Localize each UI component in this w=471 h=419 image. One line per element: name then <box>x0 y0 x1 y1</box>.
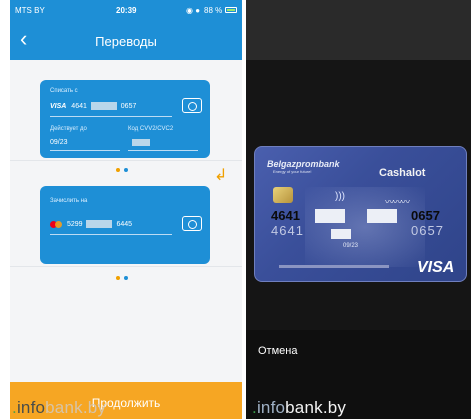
destination-card-number[interactable]: 5299 6445 <box>50 220 132 228</box>
contactless-icon: ))) <box>335 191 345 202</box>
expiry-underline <box>50 150 120 151</box>
divider <box>10 160 242 161</box>
swap-arrow-icon[interactable]: ↲ <box>214 168 227 184</box>
scanner-top-area <box>246 0 471 60</box>
navigation-bar: ‹ Переводы <box>10 22 242 60</box>
card-bank-name: Belgazprombank <box>267 159 340 169</box>
battery-icon <box>225 7 237 13</box>
transfer-screen: MTS BY 20:39 ◉ ● 88 % ‹ Переводы Списать… <box>10 0 242 419</box>
dot <box>124 168 128 172</box>
battery-percent: 88 % <box>204 6 223 15</box>
dot <box>124 276 128 280</box>
dot-active <box>116 168 120 172</box>
camera-icon[interactable] <box>182 216 202 231</box>
source-pan-start: 4641 <box>71 102 87 110</box>
cvv-underline <box>128 150 198 151</box>
destination-pan-start: 5299 <box>66 220 83 228</box>
destination-pan-end: 6445 <box>116 220 133 228</box>
cardholder-name <box>279 265 389 268</box>
page-title: Переводы <box>95 34 157 49</box>
status-time: 20:39 <box>116 6 137 15</box>
carrier-name: MTS BY <box>15 6 45 15</box>
card-decoration: 〰〰〰 <box>385 197 410 207</box>
card-tagline: Energy of your future! <box>273 169 312 174</box>
masked-digits <box>367 209 397 223</box>
card-product-name: Cashalot <box>379 167 426 179</box>
expiry-input[interactable]: 09/23 <box>50 139 68 146</box>
embossed-pan-start: 4641 <box>271 223 304 238</box>
source-card[interactable]: Списать с VISA 4641 0657 Действует до Ко… <box>40 80 210 158</box>
masked-digits <box>331 229 351 239</box>
cancel-button[interactable]: Отмена <box>258 345 297 357</box>
destination-card-label: Зачислить на <box>50 198 88 204</box>
page-dots-source <box>116 168 136 174</box>
source-card-label: Списать с <box>50 88 78 94</box>
masked-digits <box>86 220 113 228</box>
cvv-input[interactable] <box>132 139 150 146</box>
chip-icon <box>273 187 293 203</box>
mastercard-icon <box>50 220 62 228</box>
embossed-pan-end: 0657 <box>411 223 444 238</box>
watermark-right: .infobank.by <box>252 398 347 417</box>
card-number-underline <box>50 234 172 235</box>
masked-digits <box>315 209 345 223</box>
card-number-underline <box>50 116 172 117</box>
masked-digits <box>90 102 117 110</box>
camera-icon[interactable] <box>182 98 202 113</box>
status-bar: MTS BY 20:39 ◉ ● 88 % <box>10 0 242 22</box>
source-card-number[interactable]: VISA 4641 0657 <box>50 102 136 110</box>
dot-active <box>116 276 120 280</box>
page-dots-destination <box>116 276 136 282</box>
divider <box>10 266 242 267</box>
source-pan-end: 0657 <box>120 102 137 110</box>
watermark-left: .infobank.by <box>12 398 107 417</box>
lock-icon: ◉ ● <box>186 6 201 15</box>
card-scanner-screen: Belgazprombank Energy of your future! Ca… <box>246 0 471 419</box>
destination-card[interactable]: Зачислить на 5299 6445 <box>40 186 210 264</box>
detected-pan-end: 0657 <box>411 208 440 223</box>
detected-pan-start: 4641 <box>271 208 300 223</box>
visa-icon: VISA <box>417 259 455 276</box>
expiry-label: Действует до <box>50 126 87 132</box>
visa-icon: VISA <box>50 102 67 110</box>
scanned-card: Belgazprombank Energy of your future! Ca… <box>254 146 467 282</box>
card-expiry: 09/23 <box>343 243 359 249</box>
cvv-label: Код CVV2/CVC2 <box>128 126 174 132</box>
